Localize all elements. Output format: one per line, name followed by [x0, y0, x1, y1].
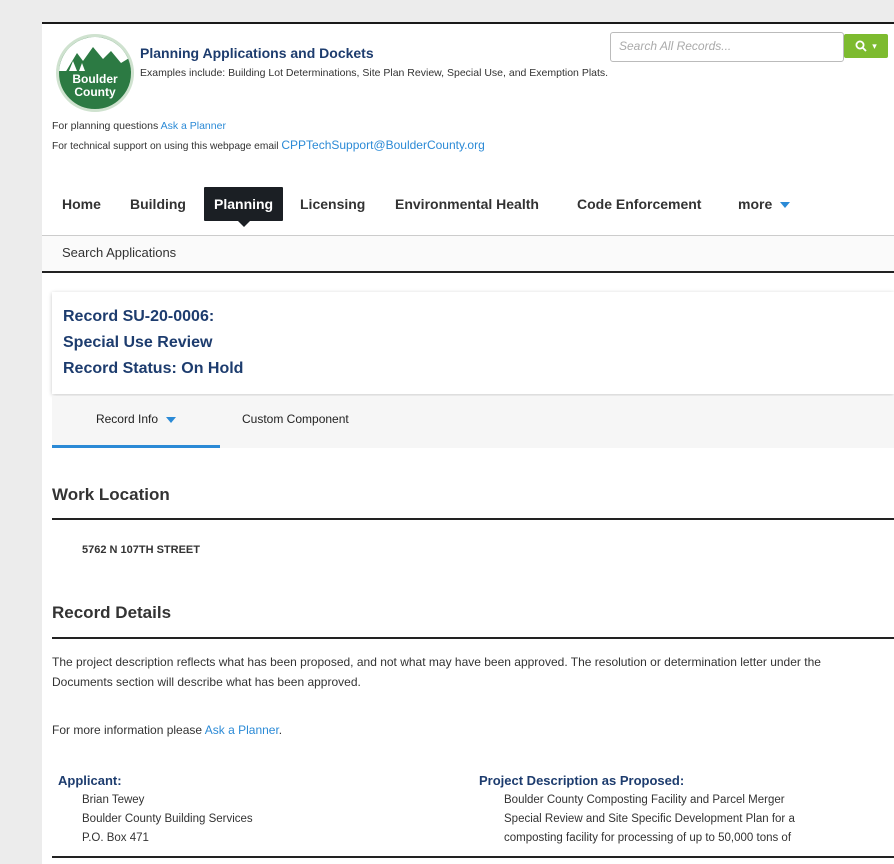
tab-record-info-label: Record Info: [95, 412, 159, 426]
record-type: Special Use Review: [63, 334, 213, 351]
ask-a-planner-link[interactable]: Ask a Planner: [161, 120, 226, 132]
tech-support-line: For technical support on using this webp…: [52, 138, 485, 152]
ask-a-planner-link-2[interactable]: Ask a Planner: [205, 723, 279, 737]
logo-text: Boulder County: [59, 73, 131, 99]
project-description-line2: Special Review and Site Specific Develop…: [504, 813, 795, 825]
search-icon: [855, 40, 867, 52]
applicant-company: Boulder County Building Services: [82, 813, 253, 825]
search-button[interactable]: ▾: [844, 34, 888, 58]
record-tabs: Record Info Custom Component: [52, 396, 894, 448]
applicant-heading: Applicant:: [58, 773, 122, 788]
record-details-title: Record Details: [52, 603, 172, 622]
project-description-line1: Boulder County Composting Facility and P…: [504, 794, 785, 806]
chevron-down-icon: [780, 202, 791, 209]
app-subtitle: Examples include: Building Lot Determina…: [140, 67, 609, 79]
nav-planning[interactable]: Planning: [204, 187, 284, 227]
subnav: Search Applications: [42, 235, 894, 273]
tech-support-email-link[interactable]: CPPTechSupport@BoulderCounty.org: [281, 138, 484, 152]
search-applications-link[interactable]: Search Applications: [62, 245, 176, 260]
nav-building[interactable]: Building: [130, 187, 186, 221]
record-number: Record SU-20-0006:: [63, 308, 215, 325]
boulder-county-logo[interactable]: Boulder County: [56, 34, 134, 112]
work-location-title: Work Location: [52, 485, 170, 504]
site-header: Boulder County Planning Applications and…: [42, 24, 894, 167]
more-info-text: For more information please: [52, 723, 205, 737]
section-divider: [52, 637, 894, 639]
more-info-suffix: .: [278, 723, 283, 737]
nav-environmental-health[interactable]: Environmental Health: [395, 187, 539, 221]
app-title: Planning Applications and Dockets: [140, 45, 374, 61]
nav-code-enforcement[interactable]: Code Enforcement: [577, 187, 701, 221]
tab-custom-component[interactable]: Custom Component: [242, 396, 349, 448]
applicant-address: P.O. Box 471: [82, 832, 149, 844]
planning-help-text: For planning questions: [52, 120, 161, 132]
nav-licensing[interactable]: Licensing: [300, 187, 365, 221]
planning-help-line: For planning questions Ask a Planner: [52, 120, 226, 132]
nav-more-label: more: [738, 196, 773, 212]
more-info-line: For more information please Ask a Planne…: [52, 720, 282, 740]
applicant-name: Brian Tewey: [82, 794, 145, 806]
nav-home[interactable]: Home: [62, 187, 101, 221]
page: Boulder County Planning Applications and…: [42, 22, 894, 864]
mountain-icon: [65, 47, 131, 73]
record-header-card: Record SU-20-0006: Special Use Review Re…: [52, 292, 894, 394]
project-description-heading: Project Description as Proposed:: [479, 773, 685, 788]
main-nav: Home Building Planning Licensing Environ…: [42, 187, 894, 227]
work-location-address: 5762 N 107TH STREET: [82, 544, 200, 556]
tab-record-info[interactable]: Record Info: [52, 396, 220, 448]
search-dropdown-icon[interactable]: ▾: [872, 41, 877, 52]
section-divider: [52, 518, 894, 520]
bottom-divider: [52, 856, 894, 858]
record-status: Record Status: On Hold: [63, 360, 244, 377]
project-description-line3: composting facility for processing of up…: [504, 832, 792, 844]
chevron-down-icon: [166, 416, 177, 423]
nav-more[interactable]: more: [738, 187, 791, 221]
logo-line1: Boulder: [72, 72, 118, 86]
record-details-disclaimer: The project description reflects what ha…: [52, 655, 821, 689]
search-input[interactable]: Search All Records...: [610, 32, 844, 62]
tech-support-text: For technical support on using this webp…: [52, 141, 282, 152]
logo-line2: County: [74, 85, 116, 99]
